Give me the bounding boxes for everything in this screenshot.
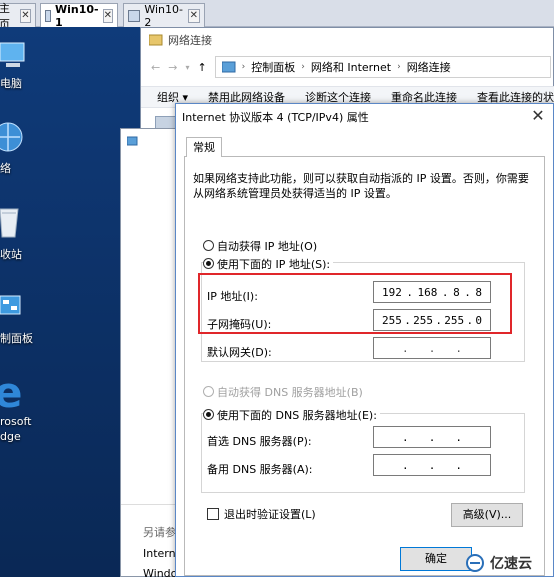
preferred-dns-field[interactable]: ... xyxy=(373,426,491,448)
desktop-label: 制面板 xyxy=(0,332,33,345)
breadcrumb[interactable]: › 控制面板 › 网络和 Internet › 网络连接 xyxy=(214,56,551,78)
vm-icon xyxy=(45,10,51,22)
see-also-label: 另请参 xyxy=(143,526,176,539)
radio-icon[interactable] xyxy=(203,240,214,251)
desktop-label: rosoft xyxy=(0,415,32,428)
tab-general[interactable]: 常规 xyxy=(186,137,222,157)
tab-label: Win10-2 xyxy=(144,2,183,29)
close-icon[interactable]: ✕ xyxy=(102,9,113,23)
breadcrumb-item[interactable]: 控制面板 xyxy=(251,59,295,75)
tab-home[interactable]: 主页 ✕ xyxy=(0,2,36,31)
forward-icon[interactable]: → xyxy=(168,61,177,74)
auto-dns-option[interactable]: 自动获得 DNS 服务器地址(B) xyxy=(203,384,363,400)
adapter-properties-dialog: 另请参 Interne Windo xyxy=(120,128,182,577)
tab-win10-1[interactable]: Win10-1 ✕ xyxy=(40,3,118,29)
alternate-dns-label: 备用 DNS 服务器(A): xyxy=(207,463,313,476)
radio-icon[interactable] xyxy=(203,386,214,397)
advanced-button[interactable]: 高级(V)... xyxy=(451,503,523,527)
dialog-title: Internet 协议版本 4 (TCP/IPv4) 属性 xyxy=(182,111,369,124)
network-folder-icon xyxy=(149,34,163,46)
close-icon[interactable]: ✕ xyxy=(19,8,31,23)
gateway-field[interactable]: ... xyxy=(373,337,491,359)
auto-ip-label: 自动获得 IP 地址(O) xyxy=(217,240,318,253)
description-text: 如果网络支持此功能，则可以获取自动指派的 IP 设置。否则，你需要从网络系统管理… xyxy=(193,172,529,200)
watermark-logo-icon xyxy=(466,554,484,572)
address-bar: ← → ▾ ↑ › 控制面板 › 网络和 Internet › 网络连接 xyxy=(141,52,554,82)
general-panel: 如果网络支持此功能，则可以获取自动指派的 IP 设置。否则，你需要从网络系统管理… xyxy=(184,156,545,576)
radio-icon[interactable] xyxy=(203,258,214,269)
control-panel-icon xyxy=(221,61,236,73)
desktop-label: 络 xyxy=(0,162,11,175)
preferred-dns-label: 首选 DNS 服务器(P): xyxy=(207,435,312,448)
see-also-link[interactable]: Windo xyxy=(143,567,177,577)
manual-dns-option[interactable]: 使用下面的 DNS 服务器地址(E): xyxy=(203,407,380,423)
vm-icon xyxy=(128,9,141,22)
desktop-label: 收站 xyxy=(0,248,22,261)
ok-button[interactable]: 确定 xyxy=(400,547,472,571)
manual-ip-option[interactable]: 使用下面的 IP 地址(S): xyxy=(203,256,334,272)
tab-win10-2[interactable]: Win10-2 ✕ xyxy=(123,2,205,29)
chevron-down-icon[interactable]: ▾ xyxy=(185,63,189,72)
watermark-text: 亿速云 xyxy=(490,556,532,572)
desktop-label: dge xyxy=(0,430,21,443)
radio-icon[interactable] xyxy=(203,409,214,420)
manual-ip-label: 使用下面的 IP 地址(S): xyxy=(217,258,331,271)
back-icon[interactable]: ← xyxy=(151,61,160,74)
window-title: 网络连接 xyxy=(168,34,212,47)
window-titlebar: 网络连接 xyxy=(141,28,554,52)
desktop-label: 电脑 xyxy=(0,77,22,90)
watermark: 亿速云 xyxy=(466,553,532,573)
alternate-dns-field[interactable]: ... xyxy=(373,454,491,476)
validate-label: 退出时验证设置(L) xyxy=(224,508,316,521)
ipv4-properties-dialog: Internet 协议版本 4 (TCP/IPv4) 属性 ✕ 常规 如果网络支… xyxy=(175,103,554,577)
dns-group xyxy=(201,413,525,493)
manual-dns-label: 使用下面的 DNS 服务器地址(E): xyxy=(217,409,377,422)
auto-ip-option[interactable]: 自动获得 IP 地址(O) xyxy=(203,238,317,254)
close-icon[interactable]: ✕ xyxy=(187,8,201,23)
edge-icon[interactable]: e xyxy=(0,368,48,417)
vm-tab-strip: 主页 ✕ Win10-1 ✕ Win10-2 ✕ xyxy=(0,0,554,31)
network-adapter-icon xyxy=(127,136,138,146)
recycle-bin-icon[interactable] xyxy=(0,203,48,251)
close-icon[interactable]: ✕ xyxy=(527,106,549,126)
breadcrumb-item[interactable]: 网络连接 xyxy=(407,59,451,75)
gateway-label: 默认网关(D): xyxy=(207,346,272,359)
breadcrumb-item[interactable]: 网络和 Internet xyxy=(311,59,391,75)
validate-on-exit-checkbox[interactable]: 退出时验证设置(L) xyxy=(207,506,316,522)
tab-label: Win10-1 xyxy=(55,3,99,29)
highlight-box xyxy=(198,273,512,334)
desktop: 电脑 络 收站 制面板 e rosoft dge xyxy=(0,27,140,577)
svg-text:e: e xyxy=(0,369,23,413)
auto-dns-label: 自动获得 DNS 服务器地址(B) xyxy=(217,386,363,399)
up-icon[interactable]: ↑ xyxy=(197,61,206,74)
checkbox-icon[interactable] xyxy=(207,508,219,520)
